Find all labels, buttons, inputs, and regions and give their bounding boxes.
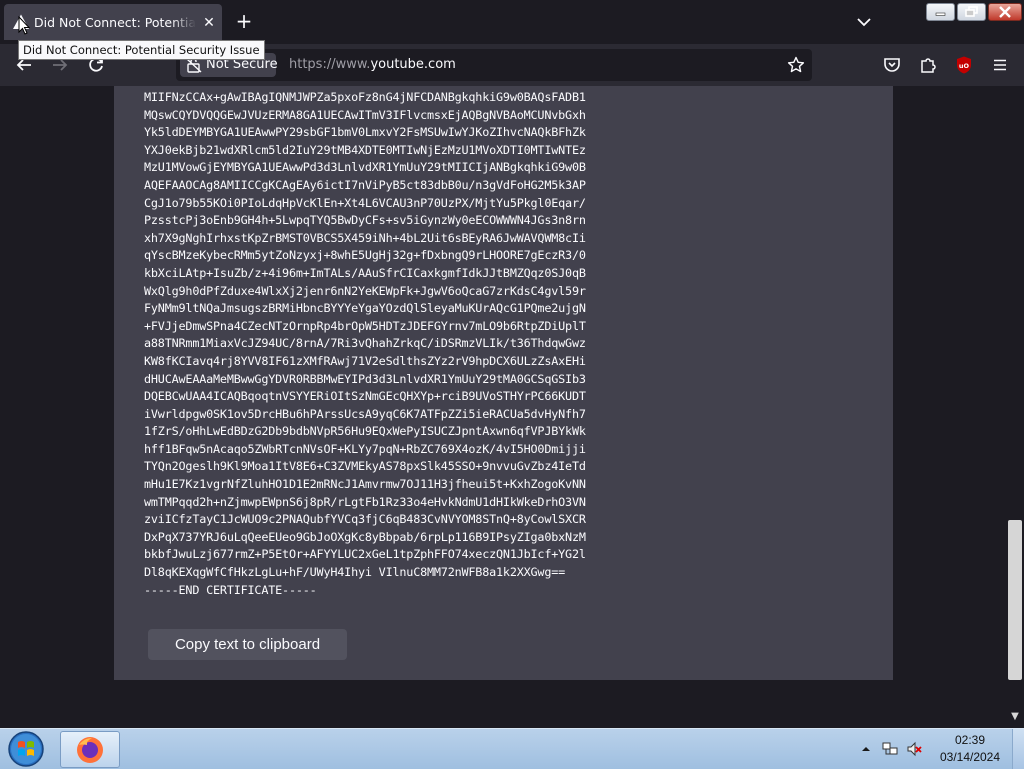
restore-icon xyxy=(965,6,978,17)
chevron-down-icon[interactable] xyxy=(852,12,876,32)
scrollbar-thumb[interactable] xyxy=(1008,520,1022,680)
url-bar[interactable]: Not Secure https://www.youtube.com xyxy=(176,49,812,81)
tab-tooltip: Did Not Connect: Potential Security Issu… xyxy=(18,40,265,60)
windows-start-icon[interactable] xyxy=(4,729,48,769)
certificate-panel: MIIFNzCCAx+gAwIBAgIQNMJWPZa5pxoFz8nG4jNF… xyxy=(114,86,893,680)
tab-strip: Did Not Connect: Potential Security Issu… xyxy=(0,0,1024,44)
close-icon xyxy=(999,6,1011,18)
minimize-icon xyxy=(935,12,946,16)
show-hidden-icons-icon[interactable] xyxy=(858,741,874,757)
firefox-icon xyxy=(77,737,103,763)
svg-text:uO: uO xyxy=(959,62,970,70)
tab-title: Did Not Connect: Potential Security Issu… xyxy=(34,15,196,30)
network-icon[interactable] xyxy=(882,741,898,757)
url-host: youtube.com xyxy=(370,57,456,72)
volume-muted-icon[interactable] xyxy=(906,741,922,757)
window-close-button[interactable] xyxy=(988,3,1022,21)
clock-date[interactable]: 03/14/2024 xyxy=(936,750,1004,764)
mouse-cursor-icon xyxy=(18,16,30,35)
taskbar: 02:39 03/14/2024 xyxy=(0,728,1024,769)
certificate-text: MIIFNzCCAx+gAwIBAgIQNMJWPZa5pxoFz8nG4jNF… xyxy=(144,90,586,597)
url-text[interactable]: https://www.youtube.com xyxy=(289,56,456,74)
ublock-origin-icon[interactable]: uO xyxy=(954,55,974,75)
pocket-icon[interactable] xyxy=(882,55,902,75)
window-restore-button[interactable] xyxy=(957,3,986,21)
star-icon[interactable] xyxy=(787,56,805,74)
show-desktop-button[interactable] xyxy=(1012,729,1024,769)
clock-time[interactable]: 02:39 xyxy=(940,733,1000,747)
window-minimize-button[interactable] xyxy=(926,3,955,21)
new-tab-button[interactable]: + xyxy=(232,10,256,34)
page-content: MIIFNzCCAx+gAwIBAgIQNMJWPZa5pxoFz8nG4jNF… xyxy=(0,86,1024,728)
browser-tab[interactable]: Did Not Connect: Potential Security Issu… xyxy=(4,4,222,40)
scroll-down-arrow-icon[interactable]: ▼ xyxy=(1008,710,1022,724)
tab-close-icon[interactable]: ✕ xyxy=(200,14,218,32)
copy-to-clipboard-button[interactable]: Copy text to clipboard xyxy=(148,629,347,660)
url-prefix: https://www. xyxy=(289,57,371,72)
firefox-taskbar-button[interactable] xyxy=(60,731,120,768)
hamburger-menu-icon[interactable] xyxy=(990,55,1010,75)
puzzle-icon[interactable] xyxy=(918,55,938,75)
